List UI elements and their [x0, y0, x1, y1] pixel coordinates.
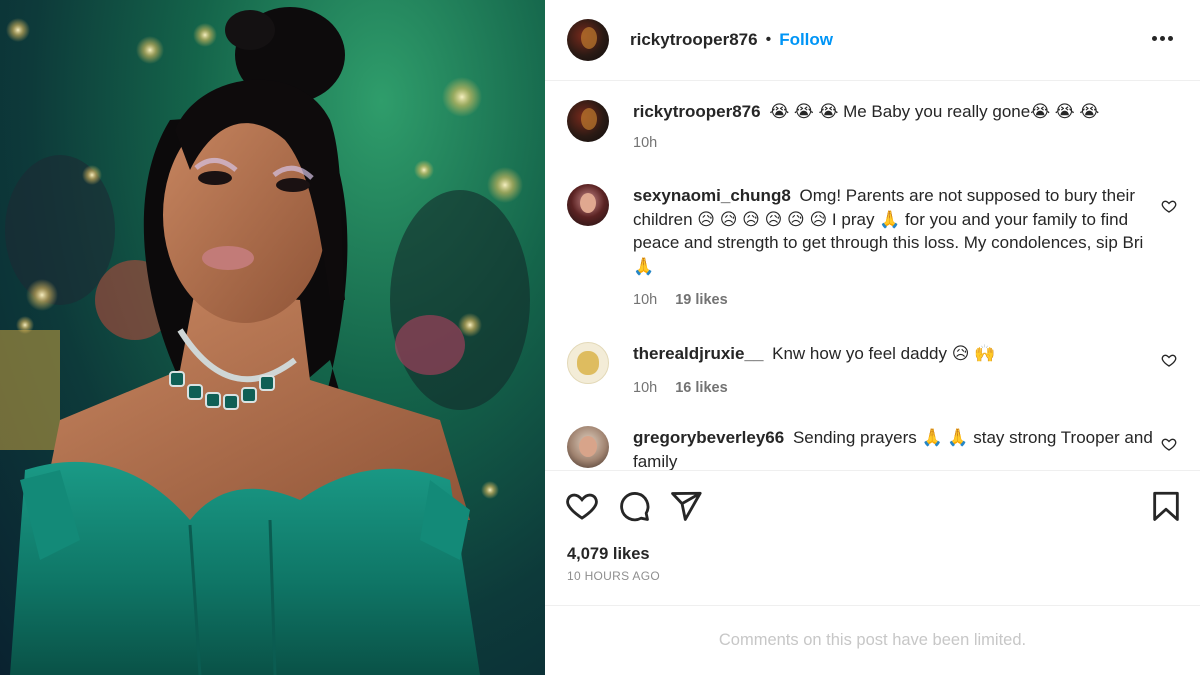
comment-icon[interactable]: [617, 489, 651, 523]
comment-heart-icon[interactable]: [1161, 198, 1177, 214]
comments-limited-notice: Comments on this post have been limited.: [545, 605, 1200, 675]
comment-likes[interactable]: 19 likes: [675, 292, 727, 308]
comment-text: Knw how yo feel daddy 😥 🙌: [772, 344, 996, 363]
comment-username[interactable]: sexynaomi_chung8: [633, 186, 791, 205]
comment-username[interactable]: gregorybeverley66: [633, 428, 784, 447]
comment-avatar[interactable]: [567, 426, 609, 468]
author-avatar[interactable]: [567, 19, 609, 61]
comment-time: 10h: [633, 292, 658, 308]
follow-button[interactable]: Follow: [779, 30, 833, 50]
comment-username[interactable]: therealdjruxie__: [633, 344, 763, 363]
caption-avatar[interactable]: [567, 100, 609, 142]
comment-time: 10h: [633, 379, 658, 396]
comments-list[interactable]: rickytrooper876 😭 😭 😭 Me Baby you really…: [545, 82, 1200, 470]
comment-avatar[interactable]: [567, 342, 609, 384]
caption-username[interactable]: rickytrooper876: [633, 102, 761, 121]
post-header: rickytrooper876 • Follow: [545, 0, 1200, 81]
bookmark-icon[interactable]: [1149, 489, 1183, 523]
heart-icon[interactable]: [565, 489, 599, 523]
comment-avatar[interactable]: [567, 184, 609, 226]
photo-illustration: [0, 7, 530, 675]
comment-heart-icon[interactable]: [1161, 436, 1177, 452]
post-photo: [0, 0, 545, 675]
post-likes-count[interactable]: 4,079 likes: [567, 545, 650, 564]
post-detail-panel: rickytrooper876 • Follow rickytrooper876…: [545, 0, 1200, 675]
header-separator: •: [765, 31, 772, 48]
caption-text-end: 😭 😭 😭: [1030, 102, 1100, 121]
author-username[interactable]: rickytrooper876: [630, 30, 758, 50]
paper-plane-icon[interactable]: [669, 489, 703, 523]
comment-heart-icon[interactable]: [1161, 352, 1177, 368]
more-options-icon[interactable]: [1150, 26, 1174, 50]
caption-time: 10h: [633, 134, 658, 151]
comment-likes[interactable]: 16 likes: [675, 380, 727, 396]
post-timestamp: 10 HOURS AGO: [567, 569, 660, 583]
post-actions: 4,079 likes 10 HOURS AGO: [545, 470, 1200, 605]
caption-text: 😭 😭 😭 Me Baby you really gone: [769, 102, 1031, 121]
